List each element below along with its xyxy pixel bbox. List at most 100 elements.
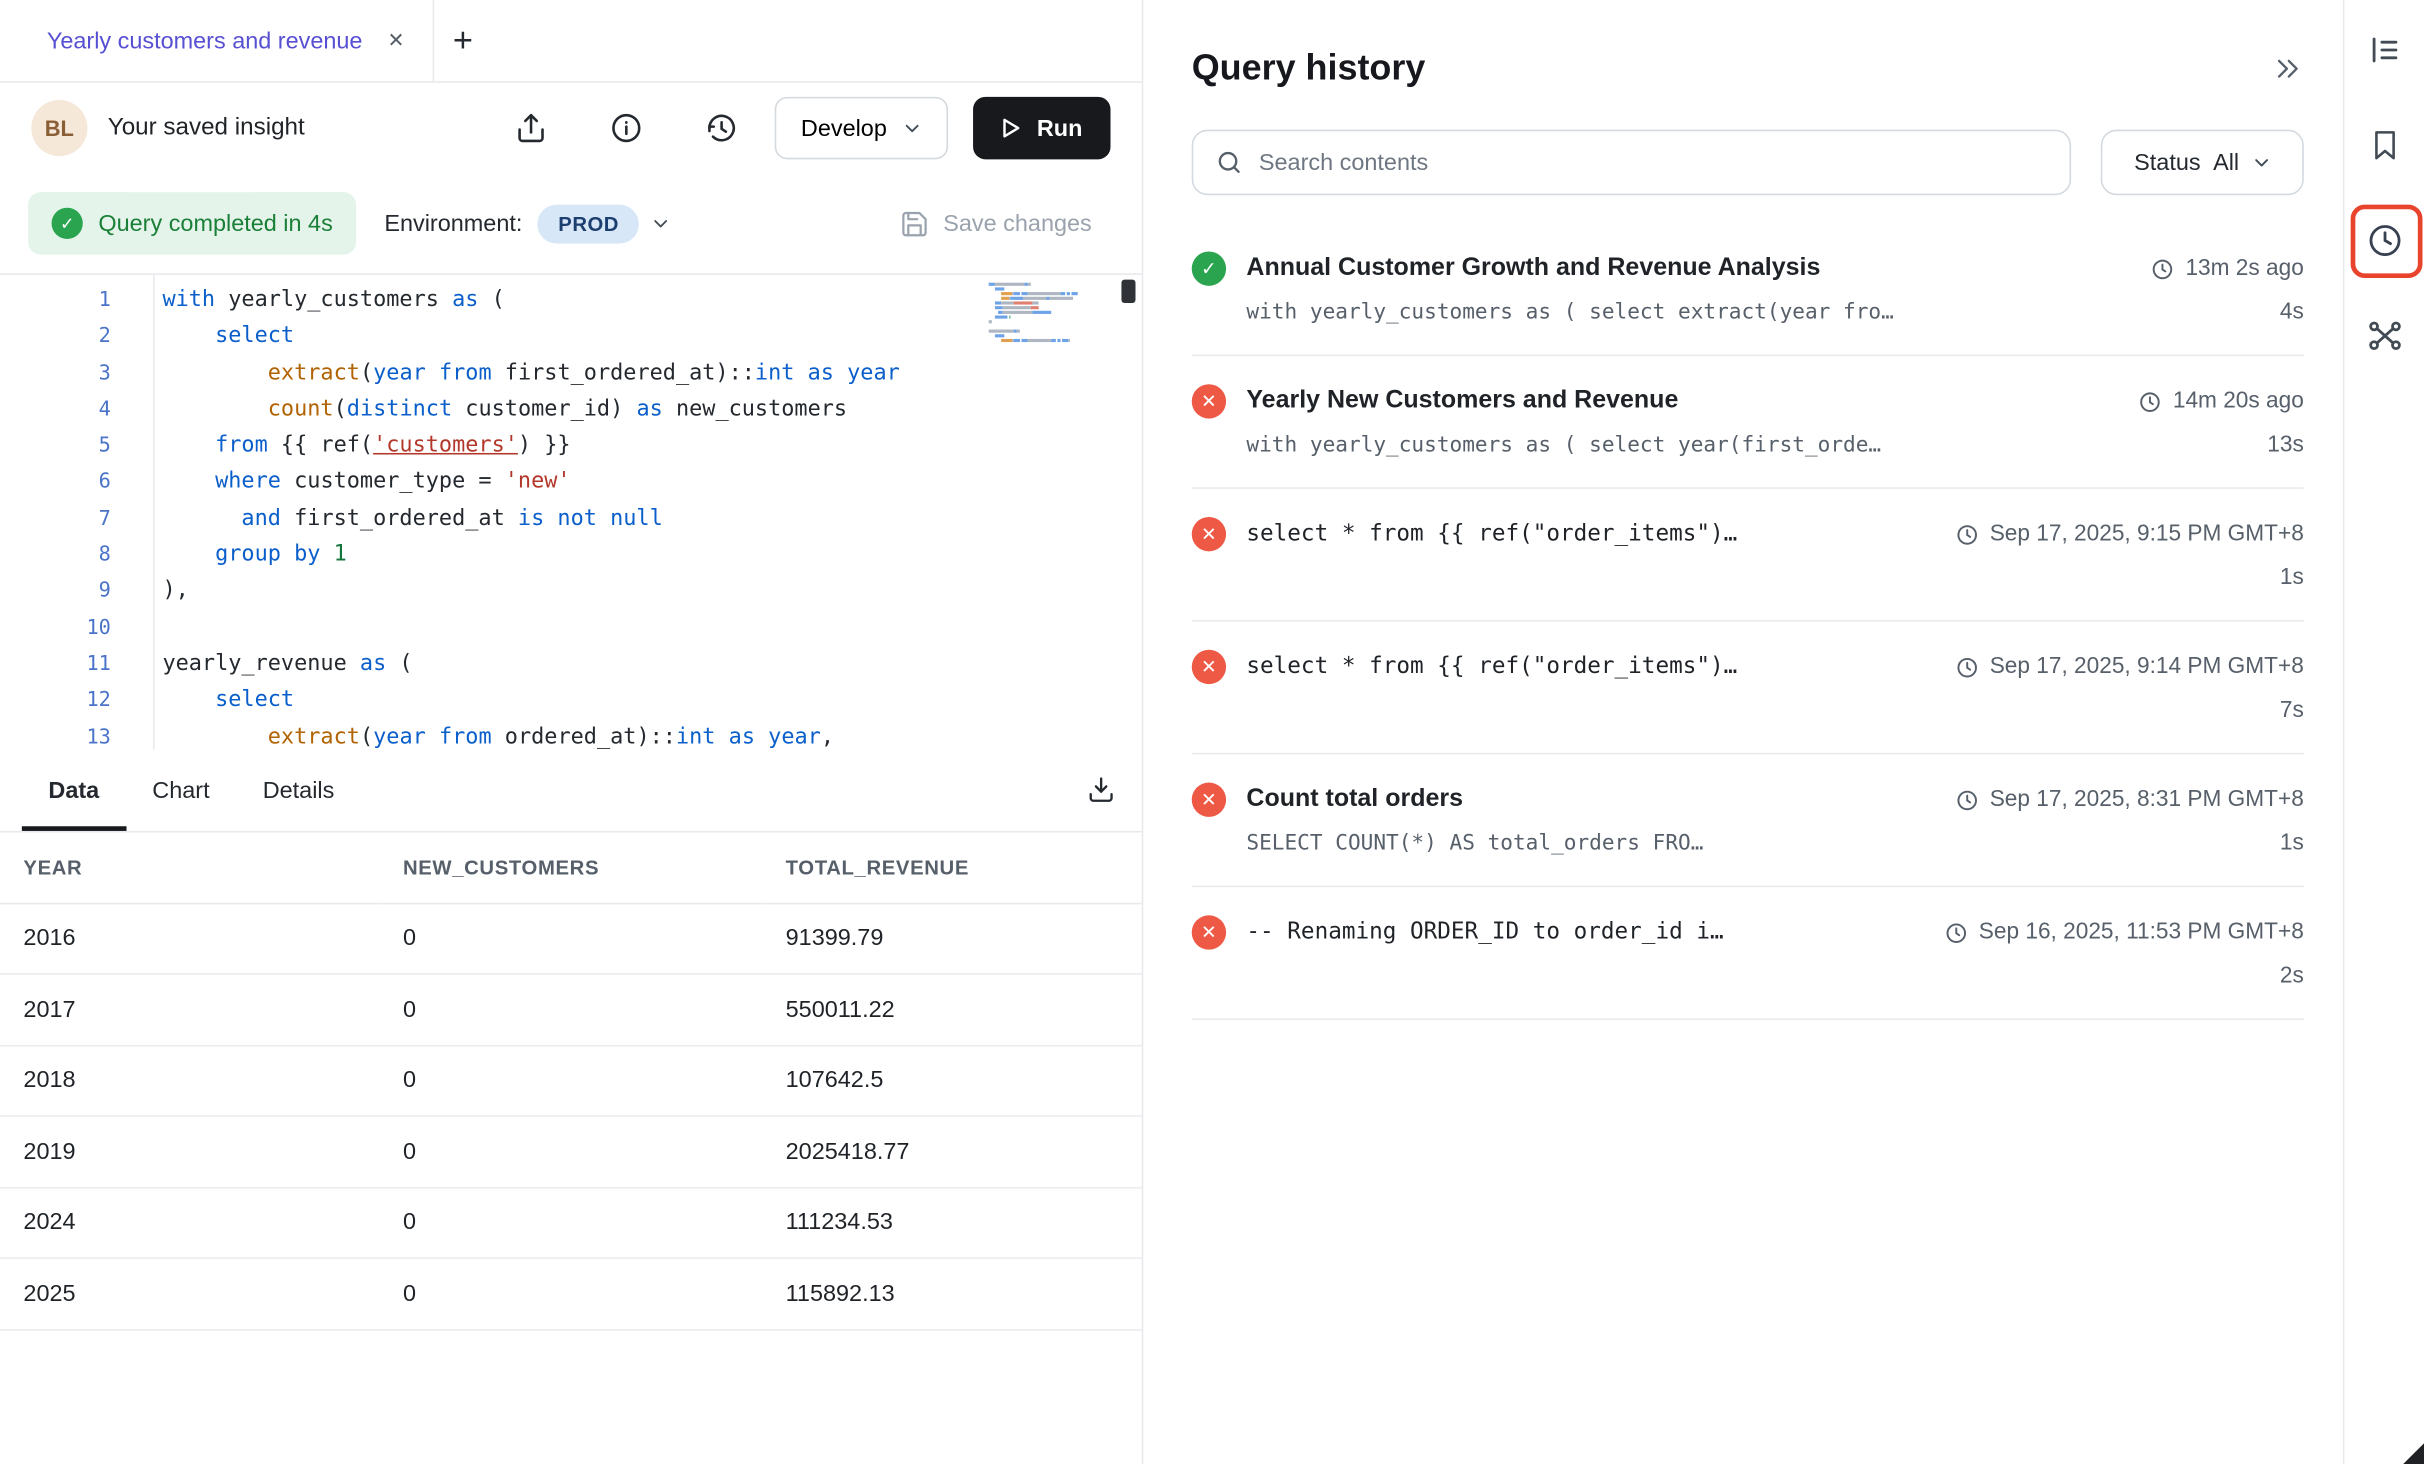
- tab-details[interactable]: Details: [236, 750, 361, 831]
- collapse-panel-icon[interactable]: [2273, 52, 2304, 83]
- history-item-snippet: SELECT COUNT(*) AS total_orders FRO…: [1246, 822, 1935, 866]
- history-item[interactable]: ✕Yearly New Customers and Revenuewith ye…: [1192, 356, 2304, 489]
- environment-label: Environment:: [384, 210, 522, 237]
- table-row[interactable]: 20250115892.13: [0, 1258, 1142, 1329]
- table-row[interactable]: 20180107642.5: [0, 1045, 1142, 1116]
- column-header-total-revenue[interactable]: TOTAL_REVENUE: [762, 832, 1142, 902]
- editor-panel: Yearly customers and revenue ✕ + BL Your…: [0, 0, 1142, 1464]
- search-input[interactable]: [1259, 149, 2048, 176]
- error-status-icon: ✕: [1192, 783, 1226, 817]
- download-icon[interactable]: [1082, 772, 1119, 809]
- error-status-icon: ✕: [1192, 650, 1226, 684]
- success-status-icon: ✓: [1192, 251, 1226, 285]
- history-item-title: select * from {{ ref("order_items")…: [1246, 512, 1935, 556]
- tab-bar: Yearly customers and revenue ✕ +: [0, 0, 1142, 83]
- code-line[interactable]: extract(year from first_ordered_at)::int…: [162, 355, 1141, 391]
- table-row[interactable]: 201902025418.77: [0, 1116, 1142, 1187]
- history-item-duration: 13s: [2138, 423, 2303, 467]
- search-box[interactable]: [1192, 130, 2071, 196]
- environment-badge[interactable]: PROD: [538, 204, 639, 243]
- save-icon: [900, 209, 930, 239]
- table-cell: 2017: [0, 974, 380, 1045]
- table-cell: 0: [380, 1116, 763, 1187]
- version-history-icon[interactable]: [703, 109, 740, 146]
- chevron-down-icon: [903, 119, 922, 138]
- table-cell: 111234.53: [762, 1187, 1142, 1258]
- table-row[interactable]: 20170550011.22: [0, 974, 1142, 1045]
- code-line[interactable]: group by 1: [162, 537, 1141, 573]
- history-item-time: 13m 2s ago: [2151, 247, 2304, 291]
- table-row[interactable]: 20240111234.53: [0, 1187, 1142, 1258]
- table-cell: 550011.22: [762, 974, 1142, 1045]
- share-icon[interactable]: [512, 109, 549, 146]
- column-header-year[interactable]: YEAR: [0, 832, 380, 902]
- document-outline-icon[interactable]: [2365, 31, 2402, 68]
- info-icon[interactable]: [607, 109, 644, 146]
- history-item-title: Count total orders: [1246, 778, 1935, 822]
- code-line[interactable]: ),: [162, 574, 1141, 610]
- table-cell: 0: [380, 1045, 763, 1116]
- status-filter-dropdown[interactable]: Status All: [2101, 130, 2304, 196]
- code-line[interactable]: [162, 610, 1141, 646]
- editor-minimap[interactable]: [989, 283, 1086, 344]
- search-icon: [1215, 148, 1243, 176]
- status-filter-label: Status: [2134, 149, 2200, 176]
- status-row: ✓ Query completed in 4s Environment: PRO…: [0, 173, 1142, 273]
- run-label: Run: [1037, 115, 1083, 142]
- table-cell: 0: [380, 974, 763, 1045]
- code-line[interactable]: from {{ ref('customers') }}: [162, 428, 1141, 464]
- chevron-down-icon[interactable]: [652, 214, 671, 233]
- table-cell: 2016: [0, 903, 380, 974]
- new-tab-button[interactable]: +: [453, 23, 473, 57]
- clock-icon: [1955, 788, 1978, 811]
- history-item[interactable]: ✕select * from {{ ref("order_items")…Sep…: [1192, 622, 2304, 755]
- code-line[interactable]: yearly_revenue as (: [162, 647, 1141, 683]
- results-table: YEAR NEW_CUSTOMERS TOTAL_REVENUE 2016091…: [0, 832, 1142, 1329]
- line-number: 8: [0, 537, 153, 573]
- history-item[interactable]: ✕ Count total ordersSELECT COUNT(*) AS to…: [1192, 754, 2304, 887]
- tab-chart[interactable]: Chart: [126, 750, 236, 831]
- history-item-duration: 7s: [1955, 689, 2303, 733]
- line-number: 11: [0, 647, 153, 683]
- bookmark-icon[interactable]: [2365, 127, 2402, 164]
- error-status-icon: ✕: [1192, 384, 1226, 418]
- error-status-icon: ✕: [1192, 915, 1226, 949]
- query-status-badge: ✓ Query completed in 4s: [28, 192, 356, 254]
- table-cell: 107642.5: [762, 1045, 1142, 1116]
- tab-data[interactable]: Data: [22, 750, 126, 831]
- editor-lines[interactable]: with yearly_customers as ( select extrac…: [155, 275, 1142, 750]
- history-item-time: Sep 16, 2025, 11:53 PM GMT+8: [1944, 911, 2303, 955]
- close-tab-icon[interactable]: ✕: [387, 28, 404, 53]
- sql-editor[interactable]: 12345678910111213 with yearly_customers …: [0, 273, 1142, 749]
- history-item[interactable]: ✕select * from {{ ref("order_items")…Sep…: [1192, 489, 2304, 622]
- query-history-icon[interactable]: [2365, 222, 2402, 259]
- history-item[interactable]: ✕-- Renaming ORDER_ID to order_id i…Sep …: [1192, 887, 2304, 1020]
- clock-icon: [1944, 921, 1967, 944]
- save-changes-label: Save changes: [943, 210, 1092, 237]
- code-line[interactable]: count(distinct customer_id) as new_custo…: [162, 392, 1141, 428]
- code-line[interactable]: where customer_type = 'new': [162, 465, 1141, 501]
- save-changes-button[interactable]: Save changes: [900, 209, 1092, 239]
- tab-yearly-customers[interactable]: Yearly customers and revenue ✕: [0, 0, 434, 81]
- code-line[interactable]: extract(year from ordered_at)::int as ye…: [162, 719, 1141, 749]
- clock-icon: [2151, 257, 2174, 280]
- history-item[interactable]: ✓Annual Customer Growth and Revenue Anal…: [1192, 223, 2304, 356]
- column-header-new-customers[interactable]: NEW_CUSTOMERS: [380, 832, 763, 902]
- editor-scrollbar[interactable]: [1121, 280, 1135, 303]
- run-button[interactable]: Run: [973, 97, 1111, 159]
- code-line[interactable]: and first_ordered_at is not null: [162, 501, 1141, 537]
- table-row[interactable]: 2016091399.79: [0, 903, 1142, 974]
- table-cell: 115892.13: [762, 1258, 1142, 1329]
- lineage-icon[interactable]: [2365, 317, 2402, 354]
- history-item-title: select * from {{ ref("order_items")…: [1246, 645, 1935, 689]
- develop-button[interactable]: Develop: [774, 97, 947, 159]
- history-item-time: Sep 17, 2025, 9:15 PM GMT+8: [1955, 512, 2303, 556]
- clock-icon: [1955, 522, 1978, 545]
- status-filter-value: All: [2213, 149, 2239, 176]
- table-cell: 2024: [0, 1187, 380, 1258]
- develop-label: Develop: [801, 115, 887, 142]
- code-line[interactable]: select: [162, 683, 1141, 719]
- line-number: 10: [0, 610, 153, 646]
- tab-title: Yearly customers and revenue: [47, 27, 363, 54]
- table-cell: 0: [380, 1258, 763, 1329]
